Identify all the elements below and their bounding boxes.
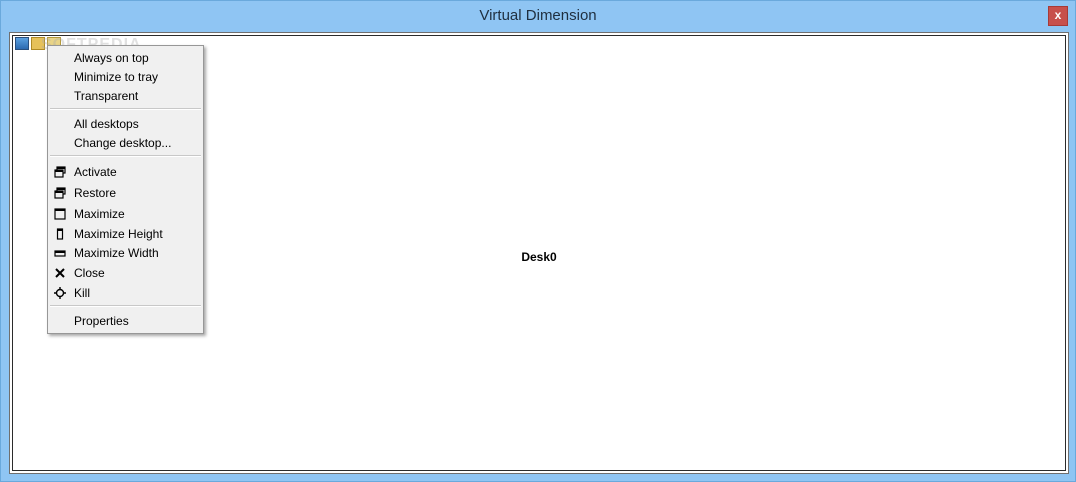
menu-item-label: Minimize to tray (74, 70, 159, 84)
maximize-width-icon (54, 250, 66, 257)
menu-item-activate[interactable]: Activate (50, 162, 201, 181)
menu-item-maximize-width[interactable]: Maximize Width (50, 243, 201, 262)
menu-item-label: Maximize Height (74, 227, 163, 241)
menu-item-minimize-to-tray[interactable]: Minimize to tray (50, 67, 201, 86)
menu-item-close[interactable]: Close (50, 263, 201, 282)
menu-item-kill[interactable]: Kill (50, 283, 201, 302)
maximize-height-icon (56, 228, 64, 240)
menu-separator (50, 108, 201, 110)
menu-item-maximize-height[interactable]: Maximize Height (50, 224, 201, 243)
menu-item-label: Change desktop... (74, 136, 172, 150)
menu-item-label: Properties (74, 314, 129, 328)
restore-window-icon (54, 187, 66, 199)
close-button[interactable]: x (1048, 6, 1068, 26)
menu-item-label: Maximize Width (74, 246, 159, 260)
restore-window-icon (54, 166, 66, 178)
menu-item-label: Activate (74, 165, 117, 179)
menu-item-maximize[interactable]: Maximize (50, 204, 201, 223)
menu-separator (50, 305, 201, 307)
menu-item-all-desktops[interactable]: All desktops (50, 114, 201, 133)
menu-item-label: Always on top (74, 51, 149, 65)
menu-item-transparent[interactable]: Transparent (50, 86, 201, 105)
menu-item-always-on-top[interactable]: Always on top (50, 48, 201, 67)
menu-item-label: Kill (74, 286, 91, 300)
menu-item-properties[interactable]: Properties (50, 311, 201, 330)
window-thumbnail-icon[interactable] (15, 37, 29, 50)
menu-item-change-desktop[interactable]: Change desktop... (50, 133, 201, 152)
menu-item-label: All desktops (74, 117, 139, 131)
menu-item-restore[interactable]: Restore (50, 183, 201, 202)
maximize-icon (54, 208, 66, 220)
title-bar[interactable]: Virtual Dimension x (1, 1, 1075, 32)
menu-item-label: Maximize (74, 207, 125, 221)
menu-item-label: Restore (74, 186, 117, 200)
close-icon (55, 268, 65, 278)
window-title: Virtual Dimension (479, 7, 597, 24)
menu-item-label: Close (74, 266, 105, 280)
context-menu: Always on top Minimize to tray Transpare… (47, 45, 204, 334)
crosshair-icon (54, 287, 66, 299)
menu-item-label: Transparent (74, 89, 139, 103)
menu-separator (50, 155, 201, 157)
